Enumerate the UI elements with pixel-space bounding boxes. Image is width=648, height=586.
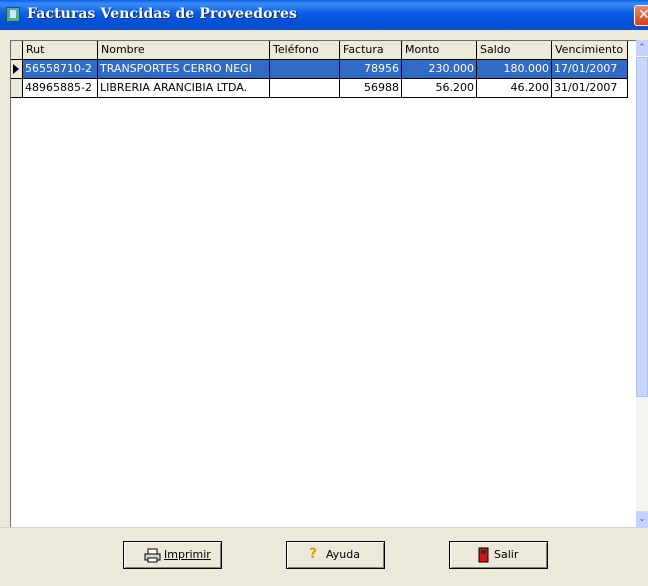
cell-saldo[interactable]: 46.200	[477, 79, 552, 98]
printer-icon	[144, 548, 161, 563]
app-icon	[6, 7, 20, 22]
column-header-vencimiento[interactable]: Vencimiento	[552, 41, 628, 60]
window-title: Facturas Vencidas de Proveedores	[27, 6, 297, 22]
imprimir-label: Imprimir	[164, 548, 211, 561]
cell-saldo[interactable]: 180.000	[477, 60, 552, 79]
button-bar: Imprimir ? Ayuda Salir	[0, 527, 648, 586]
imprimir-button[interactable]: Imprimir	[123, 541, 222, 569]
close-button[interactable]: ✕	[634, 5, 648, 26]
scroll-up-button[interactable]: ⌃	[636, 40, 648, 56]
column-header-saldo[interactable]: Saldo	[477, 41, 552, 60]
main-window: Facturas Vencidas de Proveedores ✕ Rut N…	[0, 0, 648, 586]
cell-telefono[interactable]	[270, 60, 340, 79]
invoice-grid[interactable]: Rut Nombre Teléfono Factura Monto Saldo …	[10, 40, 638, 527]
cell-vencimiento[interactable]: 31/01/2007	[552, 79, 628, 98]
cell-vencimiento[interactable]: 17/01/2007	[552, 60, 628, 79]
question-icon: ?	[309, 546, 318, 562]
row-indicator	[11, 60, 23, 79]
column-header-nombre[interactable]: Nombre	[98, 41, 270, 60]
salir-button[interactable]: Salir	[449, 541, 548, 569]
ayuda-button[interactable]: ? Ayuda	[286, 541, 385, 569]
row-indicator	[11, 79, 23, 98]
scroll-down-button[interactable]: ⌄	[636, 511, 648, 527]
header-indicator-cell	[11, 41, 23, 60]
salir-label: Salir	[494, 548, 519, 561]
column-header-factura[interactable]: Factura	[340, 41, 402, 60]
table-row[interactable]: 56558710-2 TRANSPORTES CERRO NEGI 78956 …	[11, 60, 628, 79]
column-header-rut[interactable]: Rut	[23, 41, 98, 60]
ayuda-label: Ayuda	[326, 548, 360, 561]
cell-rut[interactable]: 56558710-2	[23, 60, 98, 79]
cell-nombre[interactable]: LIBRERIA ARANCIBIA LTDA.	[98, 79, 270, 98]
current-row-arrow-icon	[13, 64, 19, 74]
exit-door-icon	[478, 547, 489, 563]
column-header-monto[interactable]: Monto	[402, 41, 477, 60]
cell-monto[interactable]: 56.200	[402, 79, 477, 98]
cell-nombre[interactable]: TRANSPORTES CERRO NEGI	[98, 60, 270, 79]
title-bar[interactable]: Facturas Vencidas de Proveedores ✕	[0, 0, 648, 30]
column-header-telefono[interactable]: Teléfono	[270, 41, 340, 60]
cell-monto[interactable]: 230.000	[402, 60, 477, 79]
cell-telefono[interactable]	[270, 79, 340, 98]
cell-factura[interactable]: 78956	[340, 60, 402, 79]
cell-rut[interactable]: 48965885-2	[23, 79, 98, 98]
scroll-thumb[interactable]	[636, 57, 648, 397]
vertical-scrollbar[interactable]: ⌃ ⌄	[636, 40, 648, 527]
table-row[interactable]: 48965885-2 LIBRERIA ARANCIBIA LTDA. 5698…	[11, 79, 628, 98]
cell-factura[interactable]: 56988	[340, 79, 402, 98]
